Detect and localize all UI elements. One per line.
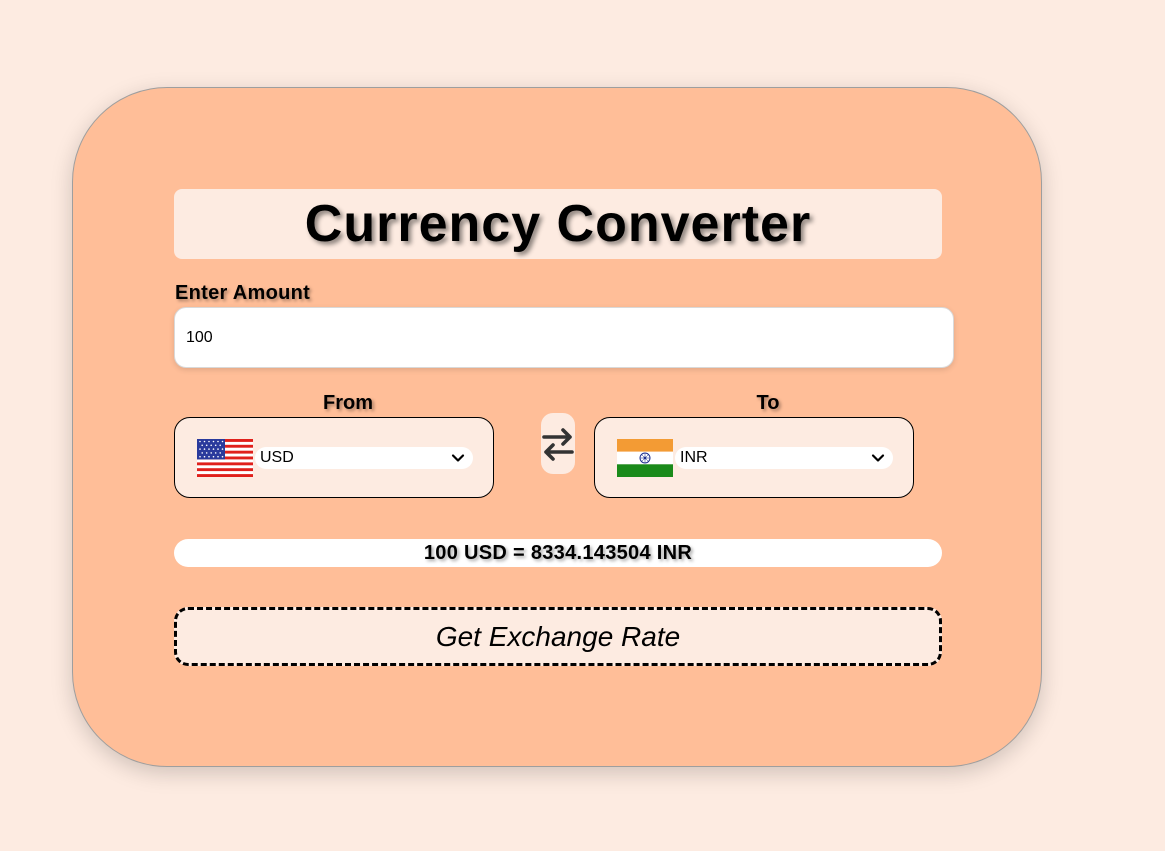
- to-label: To: [756, 392, 780, 414]
- swap-currencies-button[interactable]: [541, 413, 575, 474]
- from-currency-select[interactable]: USD: [255, 447, 473, 469]
- to-currency-select[interactable]: INR: [675, 447, 893, 469]
- from-currency-value: USD: [260, 449, 294, 466]
- swap-arrows-icon: [542, 427, 574, 461]
- page-title: Currency Converter: [304, 195, 812, 253]
- from-currency-container: USD: [174, 417, 494, 498]
- title-banner: Currency Converter: [174, 189, 942, 259]
- amount-label: Enter Amount: [175, 282, 311, 304]
- chevron-down-icon: [871, 454, 885, 462]
- chevron-down-icon: [451, 454, 465, 462]
- get-exchange-rate-button[interactable]: Get Exchange Rate: [174, 607, 942, 666]
- from-label: From: [323, 392, 373, 414]
- to-currency-value: INR: [680, 449, 708, 466]
- amount-input[interactable]: [174, 307, 954, 368]
- us-flag-icon: [197, 439, 253, 477]
- to-currency-container: INR: [594, 417, 914, 498]
- india-flag-icon: [617, 439, 673, 477]
- conversion-result: 100 USD = 8334.143504 INR: [174, 539, 942, 567]
